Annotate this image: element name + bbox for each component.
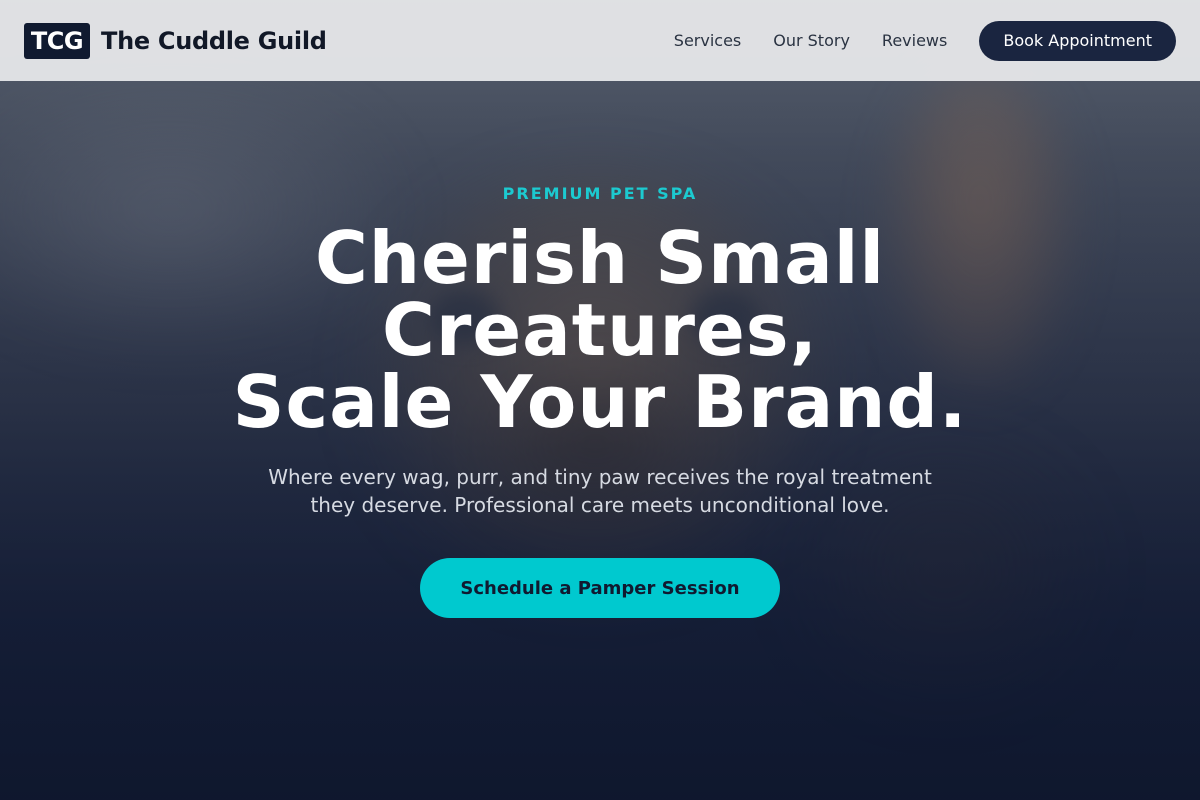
nav-link-services[interactable]: Services — [674, 31, 741, 50]
nav-link-reviews[interactable]: Reviews — [882, 31, 947, 50]
nav-link-our-story[interactable]: Our Story — [773, 31, 850, 50]
schedule-pamper-session-button[interactable]: Schedule a Pamper Session — [420, 558, 780, 618]
headline-line: Cherish Small — [314, 216, 886, 300]
book-appointment-button[interactable]: Book Appointment — [979, 20, 1176, 61]
hero-subtext: Where every wag, purr, and tiny paw rece… — [268, 465, 932, 517]
hero-headline: Cherish Small Creatures, Scale Your Bran… — [0, 222, 1200, 438]
headline-line: Scale Your Brand. — [232, 360, 968, 444]
headline-line: Creatures, — [382, 288, 818, 372]
brand-name: The Cuddle Guild — [101, 26, 327, 55]
logo-badge: TCG — [24, 22, 90, 59]
main-nav: Services Our Story Reviews Book Appointm… — [674, 20, 1176, 61]
hero-eyebrow: PREMIUM PET SPA — [502, 184, 698, 203]
site-header: TCG The Cuddle Guild Services Our Story … — [0, 0, 1200, 81]
logo-link[interactable]: TCG The Cuddle Guild — [24, 22, 327, 59]
